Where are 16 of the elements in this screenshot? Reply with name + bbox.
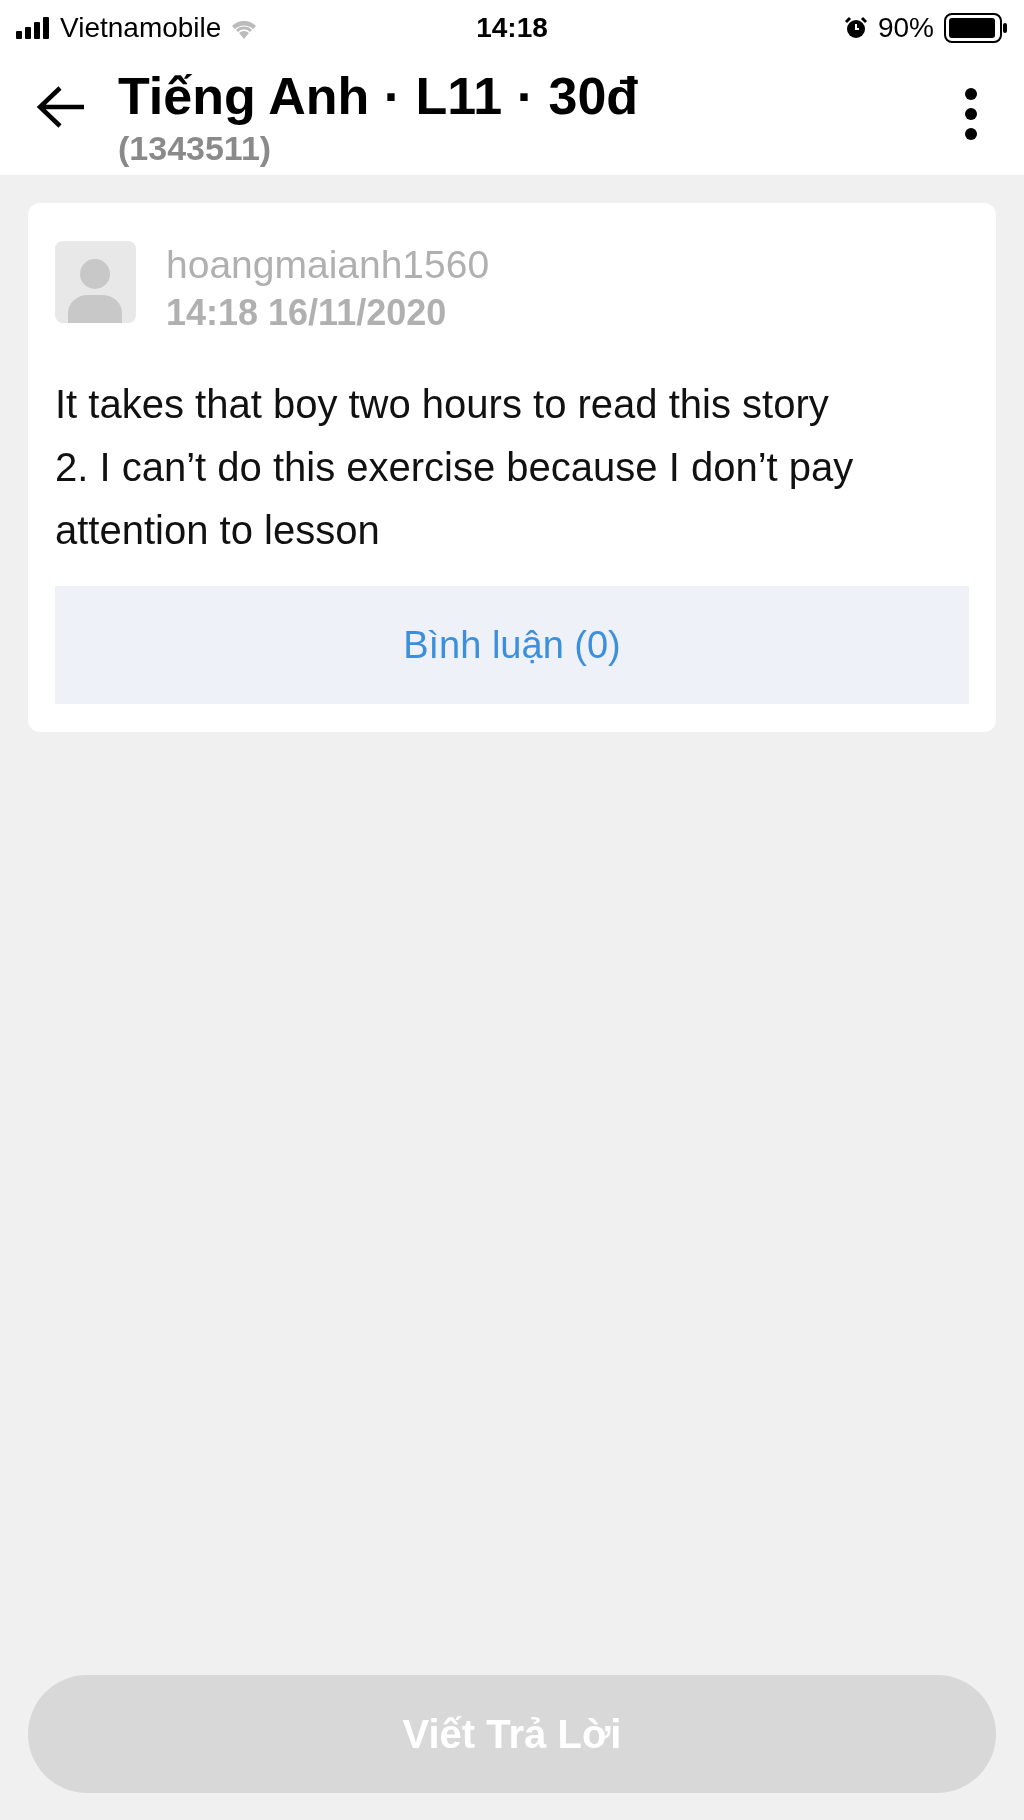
comment-button[interactable]: Bình luận (0) xyxy=(55,586,969,704)
battery-percent: 90% xyxy=(877,10,934,45)
page-title: Tiếng Anh · L11 · 30đ xyxy=(118,66,640,127)
more-icon xyxy=(964,87,978,141)
post-timestamp: 14:18 16/11/2020 xyxy=(166,291,448,335)
post-text: It takes that boy two hours to read this story 2. I can’t do this exercise because I don’t pay attention to lesson xyxy=(55,381,855,554)
back-arrow-icon xyxy=(36,85,86,129)
back-button[interactable] xyxy=(36,85,86,129)
username: hoangmaianh1560 xyxy=(166,242,490,288)
page-subtitle: (1343511) xyxy=(118,129,273,167)
avatar-icon xyxy=(55,241,136,323)
signal-icon xyxy=(16,16,52,39)
battery-icon xyxy=(944,12,1008,43)
clock-time: 14:18 xyxy=(476,10,548,45)
carrier-name: Vietnamobile xyxy=(60,10,222,45)
alarm-icon xyxy=(843,15,868,40)
